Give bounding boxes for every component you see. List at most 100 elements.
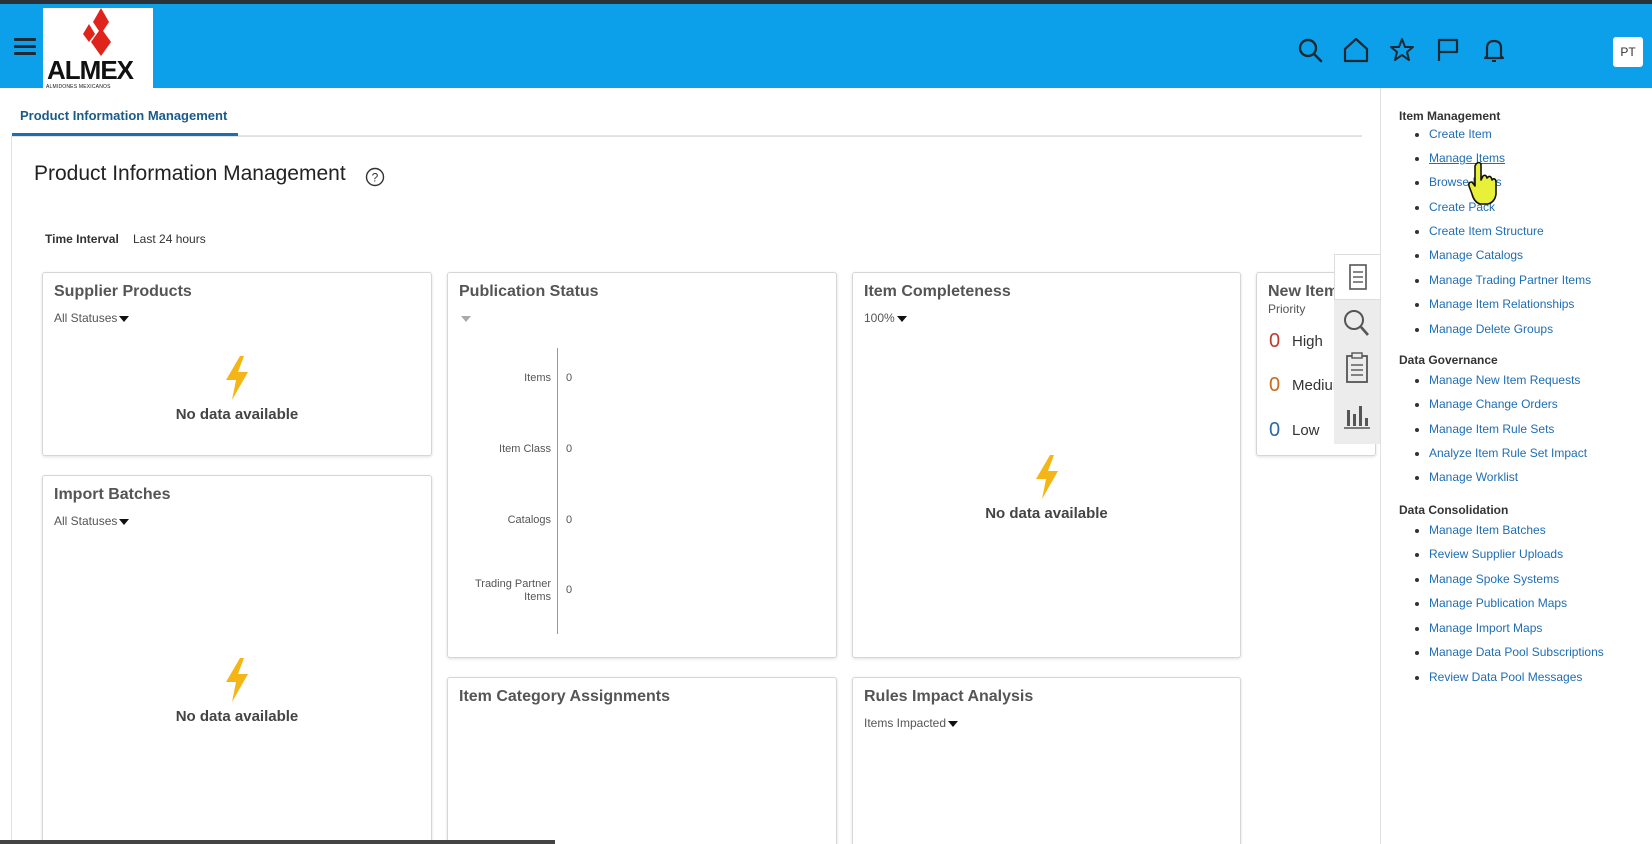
clipboard-icon xyxy=(1346,352,1368,383)
high-label: High xyxy=(1292,333,1323,350)
tab-bar: Product Information Management xyxy=(12,100,1362,136)
horizontal-scrollbar[interactable] xyxy=(0,840,555,844)
rules-impact-analysis-card: Rules Impact Analysis Items Impacted xyxy=(852,677,1241,844)
link-manage-spoke-systems[interactable]: Manage Spoke Systems xyxy=(1414,572,1559,586)
navigator-menu-icon[interactable] xyxy=(14,38,36,56)
no-data-message: No data available xyxy=(43,658,431,726)
no-data-message: No data available xyxy=(43,356,431,424)
link-analyze-item-rule-set-impact[interactable]: Analyze Item Rule Set Impact xyxy=(1414,446,1587,460)
flag-icon[interactable] xyxy=(1434,36,1462,64)
chart-axis xyxy=(557,348,558,634)
filter-label: All Statuses xyxy=(54,311,118,325)
link-manage-data-pool-subscriptions[interactable]: Manage Data Pool Subscriptions xyxy=(1415,645,1604,659)
status-filter[interactable]: All Statuses xyxy=(54,311,130,325)
tasks-panel: Item Management Create Item Manage Items… xyxy=(1380,88,1652,844)
filter-label: All Statuses xyxy=(54,514,118,528)
status-filter[interactable]: All Statuses xyxy=(54,514,130,528)
link-manage-delete-groups[interactable]: Manage Delete Groups xyxy=(1414,322,1553,336)
lightning-bolt-icon xyxy=(226,658,248,702)
logo-wordmark: ALMEX xyxy=(47,55,134,85)
dropdown-caret-icon xyxy=(119,518,130,525)
analytics-tab[interactable] xyxy=(1334,392,1380,438)
logo-subtext: ALMIDONES MEXICANOS xyxy=(46,84,111,90)
link-manage-catalogs[interactable]: Manage Catalogs xyxy=(1414,248,1523,262)
help-icon[interactable]: ? xyxy=(365,167,385,187)
import-batches-card: Import Batches All Statuses No data avai… xyxy=(42,475,432,844)
bar-chart-icon xyxy=(1344,406,1370,429)
dropdown-caret-icon xyxy=(896,315,907,322)
link-review-supplier-uploads[interactable]: Review Supplier Uploads xyxy=(1414,547,1563,561)
row-value: 0 xyxy=(566,372,573,384)
time-interval-label: Time Interval xyxy=(45,232,119,246)
link-create-item[interactable]: Create Item xyxy=(1415,127,1492,141)
card-title: Item Category Assignments xyxy=(459,688,671,705)
link-manage-change-orders[interactable]: Manage Change Orders xyxy=(1415,397,1558,411)
link-manage-item-rule-sets[interactable]: Manage Item Rule Sets xyxy=(1414,422,1554,436)
tasks-icon xyxy=(1349,264,1367,290)
lightning-bolt-icon xyxy=(226,356,248,400)
page: ALMEX ALMIDONES MEXICANOS PT Product Inf… xyxy=(0,0,1652,844)
dropdown-caret-icon xyxy=(948,720,959,727)
low-count[interactable]: 0 xyxy=(1269,419,1280,442)
completeness-filter[interactable]: 100% xyxy=(864,311,907,325)
row-value: 0 xyxy=(566,584,573,596)
link-manage-item-batches[interactable]: Manage Item Batches xyxy=(1415,523,1546,537)
supplier-products-card: Supplier Products All Statuses No data a… xyxy=(42,272,432,456)
dropdown-caret-icon xyxy=(119,315,130,322)
items-impacted-filter[interactable]: Items Impacted xyxy=(864,716,959,730)
card-title: Import Batches xyxy=(54,486,171,503)
link-manage-trading-partner-items[interactable]: Manage Trading Partner Items xyxy=(1414,273,1591,287)
card-title: Supplier Products xyxy=(54,283,192,300)
group-item-management: Item Management xyxy=(1399,109,1501,123)
search-tab[interactable] xyxy=(1334,300,1380,346)
row-value: 0 xyxy=(566,443,573,455)
star-icon[interactable] xyxy=(1388,36,1416,64)
clipboard-tab[interactable] xyxy=(1334,346,1380,392)
link-create-item-structure[interactable]: Create Item Structure xyxy=(1415,224,1544,238)
low-label: Low xyxy=(1292,422,1320,439)
card-title: Rules Impact Analysis xyxy=(864,688,1034,705)
company-logo[interactable]: ALMEX ALMIDONES MEXICANOS xyxy=(43,8,153,92)
item-completeness-card: Item Completeness 100% No data available xyxy=(852,272,1241,658)
row-label: Items xyxy=(524,372,551,384)
link-manage-item-relationships[interactable]: Manage Item Relationships xyxy=(1414,297,1574,311)
tasks-tab[interactable] xyxy=(1334,254,1380,300)
search-icon xyxy=(1344,310,1369,336)
user-avatar[interactable]: PT xyxy=(1613,37,1643,67)
group-data-governance: Data Governance xyxy=(1399,353,1498,367)
home-icon[interactable] xyxy=(1342,36,1370,64)
dropdown-caret-icon xyxy=(461,315,471,322)
card-title: Publication Status xyxy=(459,283,599,300)
search-icon[interactable] xyxy=(1296,36,1324,64)
row-label: Item Class xyxy=(499,443,551,455)
link-manage-new-item-requests[interactable]: Manage New Item Requests xyxy=(1414,373,1580,387)
filter-label: 100% xyxy=(864,311,895,325)
time-interval-value[interactable]: Last 24 hours xyxy=(133,232,206,246)
bell-icon[interactable] xyxy=(1480,36,1508,64)
row-value: 0 xyxy=(566,514,573,526)
link-review-data-pool-messages[interactable]: Review Data Pool Messages xyxy=(1414,670,1582,684)
svg-text:?: ? xyxy=(372,171,379,185)
page-title: Product Information Management xyxy=(34,162,346,185)
item-category-assignments-card: Item Category Assignments xyxy=(447,677,837,844)
status-filter[interactable] xyxy=(459,311,471,325)
filter-label: Items Impacted xyxy=(864,716,947,730)
link-manage-worklist[interactable]: Manage Worklist xyxy=(1414,470,1518,484)
no-data-message: No data available xyxy=(853,455,1240,523)
row-label: Catalogs xyxy=(507,514,551,526)
no-data-text: No data available xyxy=(985,505,1108,522)
tab-product-information-management[interactable]: Product Information Management xyxy=(12,100,238,136)
no-data-text: No data available xyxy=(175,406,299,423)
medium-count[interactable]: 0 xyxy=(1269,374,1280,397)
lightning-bolt-icon xyxy=(1035,455,1058,499)
link-manage-publication-maps[interactable]: Manage Publication Maps xyxy=(1414,596,1567,610)
high-count[interactable]: 0 xyxy=(1269,330,1280,353)
group-data-consolidation: Data Consolidation xyxy=(1399,503,1509,517)
card-title: Item Completeness xyxy=(864,283,1011,300)
panel-drawer-tabs xyxy=(1334,254,1380,444)
publication-status-card: Publication Status Items 0 Item Class 0 … xyxy=(447,272,837,658)
link-manage-import-maps[interactable]: Manage Import Maps xyxy=(1414,621,1542,635)
priority-label: Priority xyxy=(1268,302,1306,316)
logo-mark-icon xyxy=(83,8,111,56)
row-label: Trading Partner Items xyxy=(474,578,551,603)
